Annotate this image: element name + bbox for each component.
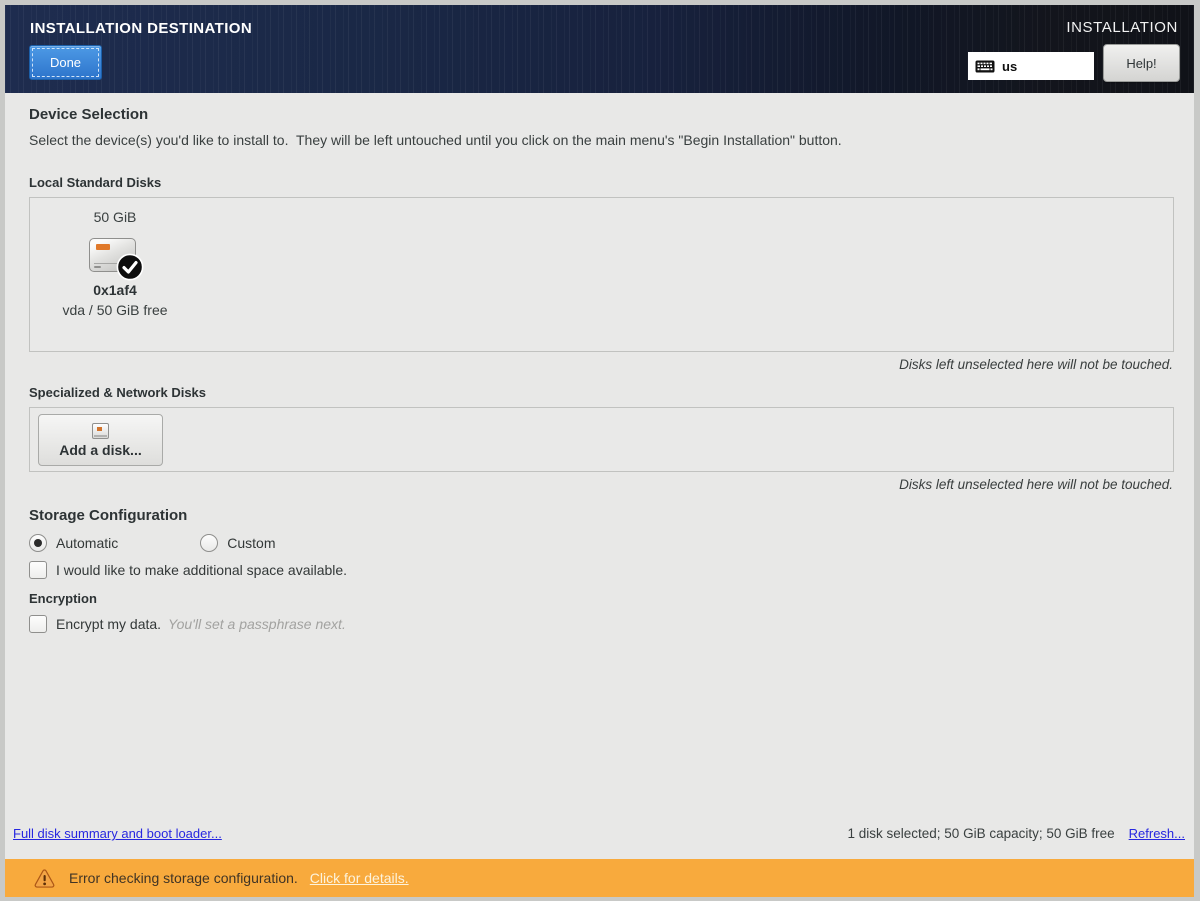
header-bar: INSTALLATION DESTINATION Done INSTALLATI… (5, 5, 1194, 93)
disk-detail: vda / 50 GiB free (34, 302, 196, 318)
error-details-link[interactable]: Click for details. (310, 870, 409, 886)
automatic-radio-label: Automatic (56, 535, 118, 551)
add-disk-label: Add a disk... (59, 442, 141, 458)
content-area: Device Selection Select the device(s) yo… (5, 93, 1194, 859)
keyboard-layout-value: us (1002, 59, 1017, 74)
additional-space-row: I would like to make additional space av… (29, 561, 1174, 579)
partitioning-options: Automatic Custom (29, 534, 1174, 552)
network-disks-note: Disks left unselected here will not be t… (29, 477, 1174, 492)
full-disk-summary-link[interactable]: Full disk summary and boot loader... (13, 826, 222, 841)
custom-radio[interactable] (200, 534, 218, 552)
done-button[interactable]: Done (29, 45, 102, 80)
small-disk-icon (92, 423, 109, 439)
additional-space-label: I would like to make additional space av… (56, 562, 347, 578)
custom-radio-label: Custom (227, 535, 275, 551)
disk-size: 50 GiB (34, 209, 196, 225)
additional-space-checkbox[interactable] (29, 561, 47, 579)
warning-icon (34, 869, 55, 888)
device-selection-description: Select the device(s) you'd like to insta… (29, 132, 1174, 148)
network-disks-heading: Specialized & Network Disks (29, 385, 1174, 400)
disk-tile-vda[interactable]: 50 GiB 0x1af4 vda / 50 GiB free (34, 209, 196, 318)
footer-bar: Full disk summary and boot loader... 1 d… (13, 826, 1185, 841)
local-disks-panel: 50 GiB 0x1af4 vda / 50 GiB free (29, 197, 1174, 352)
disk-name: 0x1af4 (34, 282, 196, 298)
encrypt-data-hint: You'll set a passphrase next. (168, 616, 346, 632)
storage-configuration-heading: Storage Configuration (29, 507, 1174, 524)
disk-selection-status: 1 disk selected; 50 GiB capacity; 50 GiB… (848, 826, 1115, 841)
keyboard-layout-indicator[interactable]: us (968, 52, 1094, 80)
storage-error-message: Error checking storage configuration. (69, 870, 298, 886)
radio-item-automatic: Automatic (29, 534, 118, 552)
storage-error-bar: Error checking storage configuration. Cl… (5, 859, 1194, 897)
encryption-heading: Encryption (29, 591, 1174, 606)
keyboard-icon (975, 60, 995, 73)
help-button[interactable]: Help! (1103, 44, 1180, 82)
radio-item-custom: Custom (200, 534, 275, 552)
local-disks-heading: Local Standard Disks (29, 175, 1174, 190)
footer-right: 1 disk selected; 50 GiB capacity; 50 GiB… (848, 826, 1186, 841)
add-disk-button[interactable]: Add a disk... (38, 414, 163, 466)
network-disks-panel: Add a disk... (29, 407, 1174, 472)
refresh-link[interactable]: Refresh... (1129, 826, 1185, 841)
automatic-radio[interactable] (29, 534, 47, 552)
installation-label: INSTALLATION (1066, 19, 1178, 36)
encrypt-data-checkbox[interactable] (29, 615, 47, 633)
local-disks-note: Disks left unselected here will not be t… (29, 357, 1174, 372)
hard-disk-icon (86, 234, 144, 281)
encrypt-data-row: Encrypt my data. You'll set a passphrase… (29, 615, 1174, 633)
disk-selected-check-icon (116, 253, 144, 281)
encrypt-data-label: Encrypt my data. (56, 616, 161, 632)
device-selection-heading: Device Selection (29, 106, 1174, 123)
installer-window: INSTALLATION DESTINATION Done INSTALLATI… (5, 5, 1194, 897)
page-title: INSTALLATION DESTINATION (30, 20, 252, 37)
